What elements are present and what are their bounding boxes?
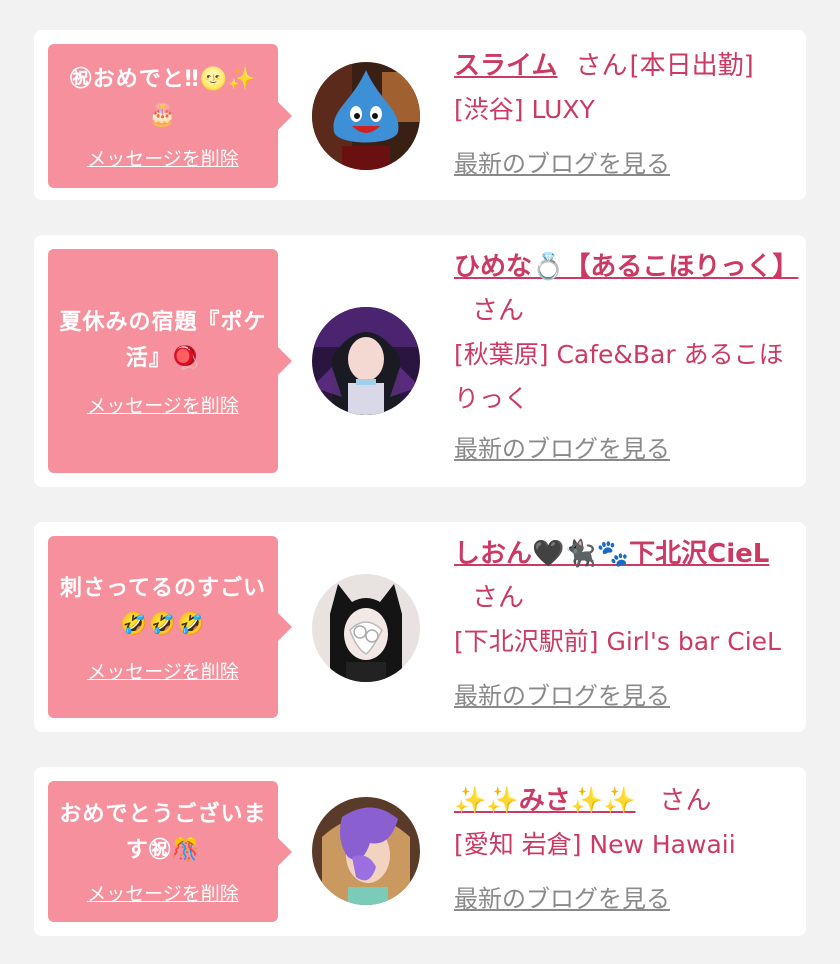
message-card: 刺さってるのすごい🤣🤣🤣 メッセージを削除 しおん🖤🐈‍⬛🐾下北沢CieL さん …: [34, 522, 806, 732]
profile-info: スライム さん[本日出勤] [渋谷] LUXY 最新のブログを見る: [454, 44, 794, 179]
status-label: [本日出勤]: [629, 51, 754, 81]
latest-blog-link[interactable]: 最新のブログを見る: [454, 144, 670, 179]
catgirl-photo-icon: [312, 574, 420, 682]
latest-blog-link[interactable]: 最新のブログを見る: [454, 676, 670, 711]
girl-photo-icon: [312, 307, 420, 415]
message-text: ㊗おめでと‼🌝✨🎂: [69, 66, 257, 128]
purple-hair-photo-icon: [312, 797, 420, 905]
message-card: おめでとうございます㊗🎊 メッセージを削除 ✨✨みさ✨✨ さん [愛知 岩倉] N…: [34, 767, 806, 936]
avatar[interactable]: [312, 307, 420, 415]
message-text: 夏休みの宿題『ポケ活』🪀: [59, 309, 267, 371]
location-label: [渋谷] LUXY: [454, 95, 595, 124]
message-bubble: 夏休みの宿題『ポケ活』🪀 メッセージを削除: [48, 249, 278, 473]
message-card: ㊗おめでと‼🌝✨🎂 メッセージを削除 スライム さん[本日出勤] [渋谷] LUX: [34, 30, 806, 200]
location-label: [下北沢駅前] Girl's bar CieL: [454, 627, 781, 656]
profile-name-link[interactable]: ✨✨みさ✨✨: [454, 786, 636, 816]
latest-blog-link[interactable]: 最新のブログを見る: [454, 429, 670, 464]
delete-message-button[interactable]: メッセージを削除: [87, 391, 239, 418]
message-text: 刺さってるのすごい🤣🤣🤣: [60, 575, 266, 637]
delete-message-button[interactable]: メッセージを削除: [87, 879, 239, 906]
honorific: さん: [575, 51, 628, 81]
slime-photo-icon: [312, 62, 420, 170]
location-label: [秋葉原] Cafe&Bar あるこほりっく: [454, 340, 784, 413]
profile-info: ひめな💍【あるこほりっく】さん [秋葉原] Cafe&Bar あるこほりっく 最…: [454, 245, 798, 464]
message-card: 夏休みの宿題『ポケ活』🪀 メッセージを削除 ひめな💍【あるこほりっく】さん [秋…: [34, 235, 806, 487]
avatar[interactable]: [312, 574, 420, 682]
profile-name-link[interactable]: ひめな💍【あるこほりっく】: [454, 252, 798, 282]
message-text: おめでとうございます㊗🎊: [59, 802, 267, 863]
profile-name-link[interactable]: スライム: [454, 51, 557, 81]
avatar[interactable]: [312, 62, 420, 170]
latest-blog-link[interactable]: 最新のブログを見る: [454, 879, 670, 914]
profile-name-link[interactable]: しおん🖤🐈‍⬛🐾下北沢CieL: [454, 539, 769, 569]
profile-info: ✨✨みさ✨✨ さん [愛知 岩倉] New Hawaii 最新のブログを見る: [454, 779, 794, 914]
message-bubble: おめでとうございます㊗🎊 メッセージを削除: [48, 781, 278, 922]
avatar[interactable]: [312, 797, 420, 905]
location-label: [愛知 岩倉] New Hawaii: [454, 830, 736, 859]
delete-message-button[interactable]: メッセージを削除: [87, 144, 239, 171]
honorific: さん: [659, 786, 712, 816]
delete-message-button[interactable]: メッセージを削除: [87, 657, 239, 684]
message-list: ㊗おめでと‼🌝✨🎂 メッセージを削除 スライム さん[本日出勤] [渋谷] LUX: [0, 0, 840, 964]
profile-info: しおん🖤🐈‍⬛🐾下北沢CieL さん [下北沢駅前] Girl's bar Cie…: [454, 532, 794, 711]
honorific: さん: [472, 296, 525, 326]
message-bubble: ㊗おめでと‼🌝✨🎂 メッセージを削除: [48, 44, 278, 188]
message-bubble: 刺さってるのすごい🤣🤣🤣 メッセージを削除: [48, 536, 278, 718]
honorific: さん: [472, 583, 525, 613]
